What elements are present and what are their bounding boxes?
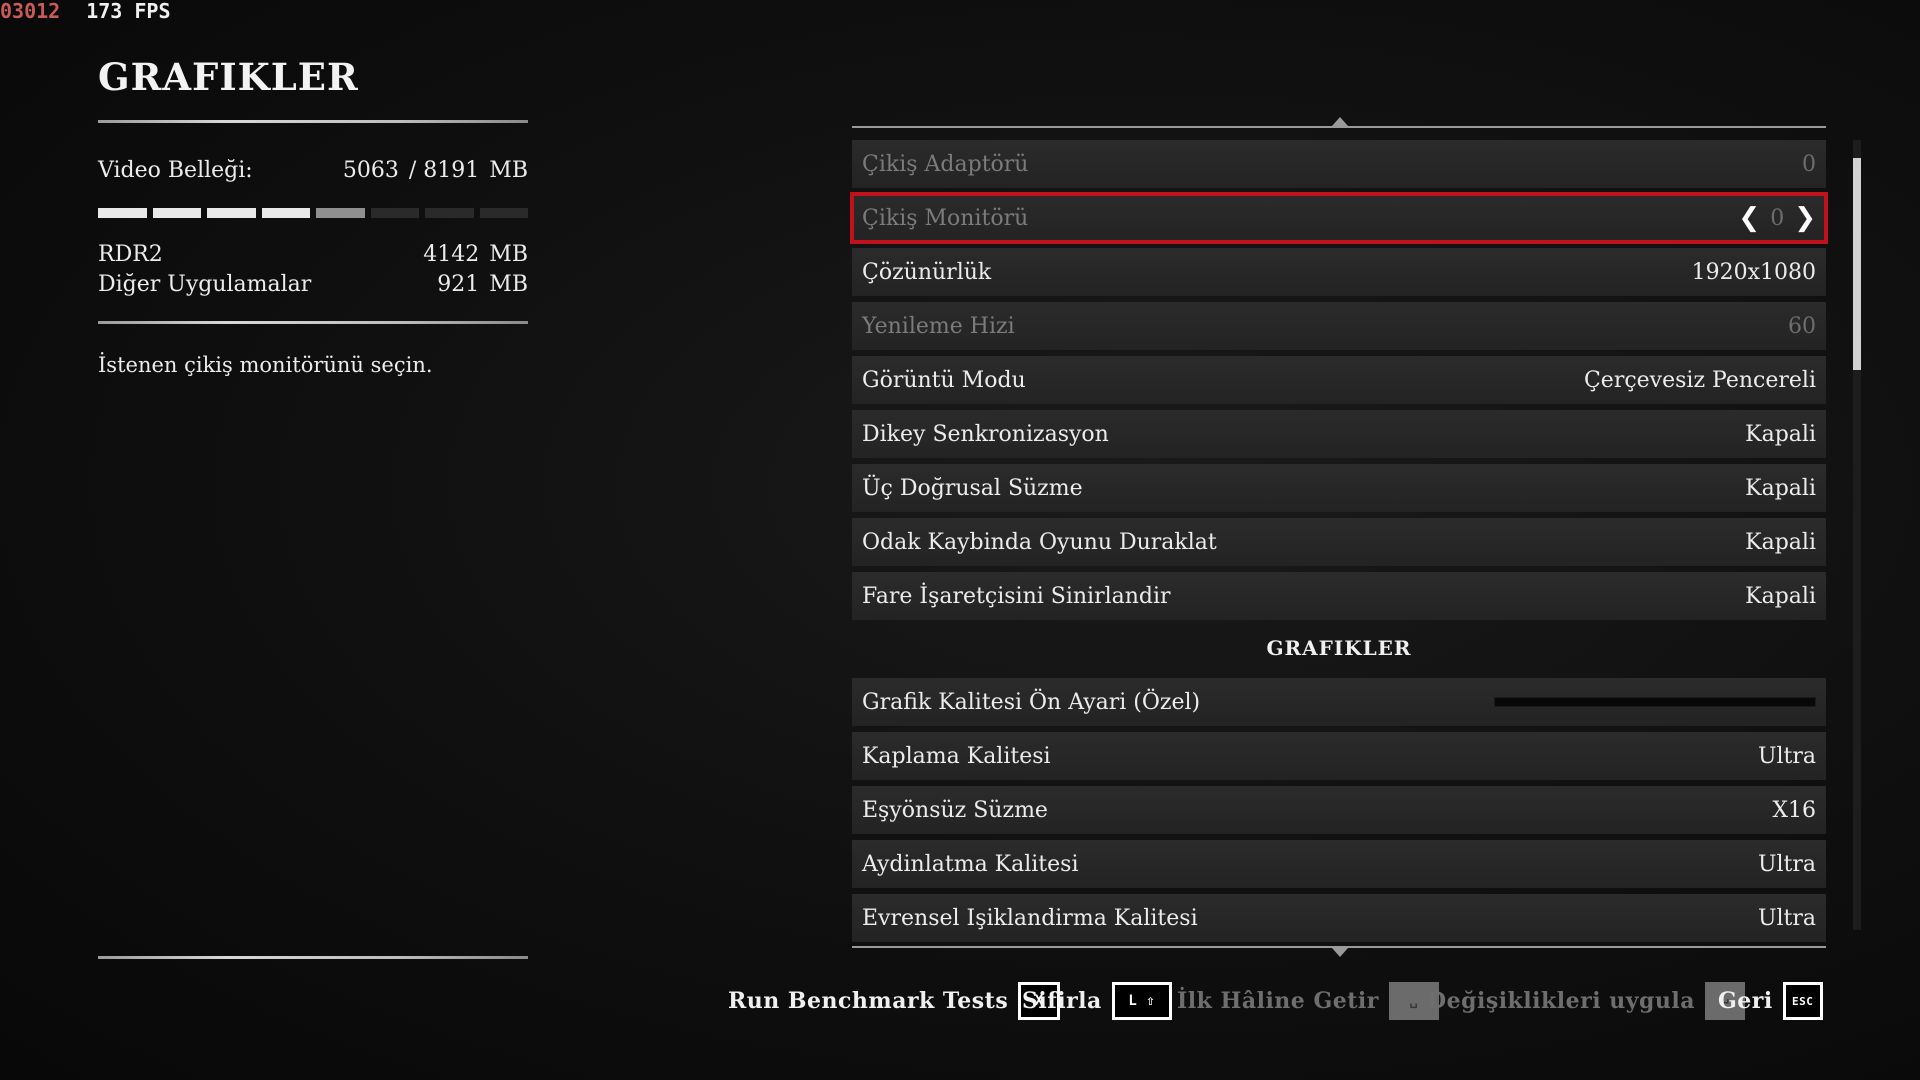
app-memory-row-rdr2: RDR2 4142 MB — [98, 242, 528, 267]
setting-triple-buffering[interactable]: Üç Doğrusal Süzme Kapali — [852, 464, 1826, 512]
setting-value: Kapali — [1745, 421, 1816, 447]
setting-label: Çözünürlük — [862, 259, 992, 285]
setting-display-mode[interactable]: Görüntü Modu Çerçevesiz Pencereli — [852, 356, 1826, 404]
setting-lighting-quality[interactable]: Aydinlatma Kalitesi Ultra — [852, 840, 1826, 888]
setting-value: X16 — [1772, 797, 1816, 823]
memory-divider — [98, 321, 528, 324]
setting-value: Kapali — [1745, 529, 1816, 555]
title-divider — [98, 120, 528, 123]
scroll-up-caret-icon — [1332, 117, 1348, 126]
setting-anisotropic-filtering[interactable]: Eşyönsüz Süzme X16 — [852, 786, 1826, 834]
setting-description: İstenen çikiş monitörünü seçin. — [98, 353, 433, 377]
setting-value: Çerçevesiz Pencereli — [1583, 367, 1816, 393]
page-title: GRAFIKLER — [98, 55, 359, 99]
video-memory-unit: MB — [489, 158, 528, 183]
setting-value: 0 — [1770, 205, 1785, 231]
video-memory-bar — [98, 208, 528, 218]
restore-defaults-label: İlk Hâline Getir — [1177, 988, 1379, 1014]
setting-value: Ultra — [1757, 905, 1816, 931]
action-bar: Run Benchmark Tests X Sifirla L ⇧ İlk Hâ… — [0, 982, 1920, 1026]
apply-changes-button: Değişiklikleri uygula ↵ — [1427, 982, 1745, 1020]
setting-label: Aydinlatma Kalitesi — [862, 851, 1079, 877]
setting-quality-preset[interactable]: Grafik Kalitesi Ön Ayari (Özel) — [852, 678, 1826, 726]
memory-segment — [316, 208, 365, 218]
reset-button[interactable]: Sifirla L ⇧ — [1022, 982, 1172, 1020]
setting-constrain-mouse[interactable]: Fare İşaretçisini Sinirlandir Kapali — [852, 572, 1826, 620]
setting-label: Üç Doğrusal Süzme — [862, 475, 1083, 501]
reset-label: Sifirla — [1022, 988, 1102, 1014]
scroll-down-caret-icon — [1332, 948, 1348, 957]
setting-value: Ultra — [1757, 851, 1816, 877]
setting-value: 60 — [1788, 313, 1816, 339]
app-memory-amount: 4142 — [423, 242, 480, 267]
benchmark-button[interactable]: Run Benchmark Tests X — [728, 982, 1061, 1020]
setting-vsync[interactable]: Dikey Senkronizasyon Kapali — [852, 410, 1826, 458]
app-name: Diğer Uygulamalar — [98, 272, 312, 297]
video-memory-row: Video Belleği: 5063 / 8191 MB — [98, 158, 528, 183]
memory-segment — [152, 208, 201, 218]
setting-label: Kaplama Kalitesi — [862, 743, 1051, 769]
setting-label: Fare İşaretçisini Sinirlandir — [862, 583, 1171, 609]
memory-segment — [370, 208, 419, 218]
left-bottom-divider — [98, 956, 528, 959]
setting-pause-on-focus-loss[interactable]: Odak Kaybinda Oyunu Duraklat Kapali — [852, 518, 1826, 566]
chevron-right-icon[interactable]: ❯ — [1794, 203, 1816, 233]
setting-value: 1920x1080 — [1691, 259, 1816, 285]
scrollbar-thumb[interactable] — [1853, 158, 1861, 370]
benchmark-label: Run Benchmark Tests — [728, 988, 1009, 1014]
setting-label: Evrensel Işiklandirma Kalitesi — [862, 905, 1198, 931]
frame-code: 03012 — [0, 0, 61, 23]
memory-segment — [425, 208, 474, 218]
restore-defaults-button: İlk Hâline Getir ␣ — [1177, 982, 1439, 1020]
memory-segment — [207, 208, 256, 218]
app-memory-unit: MB — [489, 272, 528, 297]
setting-label: Odak Kaybinda Oyunu Duraklat — [862, 529, 1217, 555]
key-esc-icon: ESC — [1782, 982, 1823, 1020]
setting-value: 0 — [1802, 151, 1816, 177]
back-label: Geri — [1718, 988, 1773, 1014]
setting-value: Ultra — [1757, 743, 1816, 769]
fps-counter: 173 FPS — [86, 0, 171, 23]
video-memory-label: Video Belleği: — [98, 158, 253, 183]
setting-label: Görüntü Modu — [862, 367, 1026, 393]
setting-label: Çikiş Monitörü — [862, 205, 1029, 231]
setting-label: Çikiş Adaptörü — [862, 151, 1029, 177]
section-heading-graphics: GRAFIKLER — [1266, 636, 1412, 660]
memory-segment — [98, 208, 147, 218]
chevron-left-icon[interactable]: ❮ — [1738, 203, 1760, 233]
video-memory-total: / 8191 — [408, 158, 480, 183]
list-top-rule — [852, 126, 1826, 128]
setting-label: Yenileme Hizi — [862, 313, 1015, 339]
setting-label: Dikey Senkronizasyon — [862, 421, 1109, 447]
setting-label: Grafik Kalitesi Ön Ayari (Özel) — [862, 689, 1201, 715]
setting-global-illumination[interactable]: Evrensel Işiklandirma Kalitesi Ultra — [852, 894, 1826, 942]
setting-resolution[interactable]: Çözünürlük 1920x1080 — [852, 248, 1826, 296]
memory-segment — [479, 208, 528, 218]
setting-output-adapter: Çikiş Adaptörü 0 — [852, 140, 1826, 188]
settings-list: Çikiş Adaptörü 0 Çikiş Monitörü ❮ 0 ❯ Çö… — [850, 117, 1828, 957]
performance-overlay: 03012 173 FPS — [0, 0, 171, 23]
video-memory-used: 5063 — [342, 158, 399, 183]
memory-segment — [261, 208, 310, 218]
apply-changes-label: Değişiklikleri uygula — [1427, 988, 1695, 1014]
setting-output-monitor[interactable]: Çikiş Monitörü ❮ 0 ❯ — [850, 192, 1828, 244]
app-memory-row-other: Diğer Uygulamalar 921 MB — [98, 272, 528, 297]
setting-label: Eşyönsüz Süzme — [862, 797, 1048, 823]
app-memory-value: 921 MB — [437, 272, 528, 297]
setting-value: Kapali — [1745, 583, 1816, 609]
quality-preset-slider[interactable] — [1494, 697, 1816, 707]
app-memory-amount: 921 — [437, 272, 480, 297]
setting-refresh-rate: Yenileme Hizi 60 — [852, 302, 1826, 350]
monitor-stepper[interactable]: ❮ 0 ❯ — [1738, 203, 1816, 233]
app-name: RDR2 — [98, 242, 163, 267]
settings-scrollbar[interactable] — [1853, 140, 1861, 930]
back-button[interactable]: Geri ESC — [1718, 982, 1823, 1020]
setting-texture-quality[interactable]: Kaplama Kalitesi Ultra — [852, 732, 1826, 780]
app-memory-value: 4142 MB — [423, 242, 528, 267]
video-memory-value: 5063 / 8191 MB — [343, 158, 528, 183]
app-memory-unit: MB — [489, 242, 528, 267]
key-shift-icon: L ⇧ — [1111, 982, 1172, 1020]
setting-value: Kapali — [1745, 475, 1816, 501]
